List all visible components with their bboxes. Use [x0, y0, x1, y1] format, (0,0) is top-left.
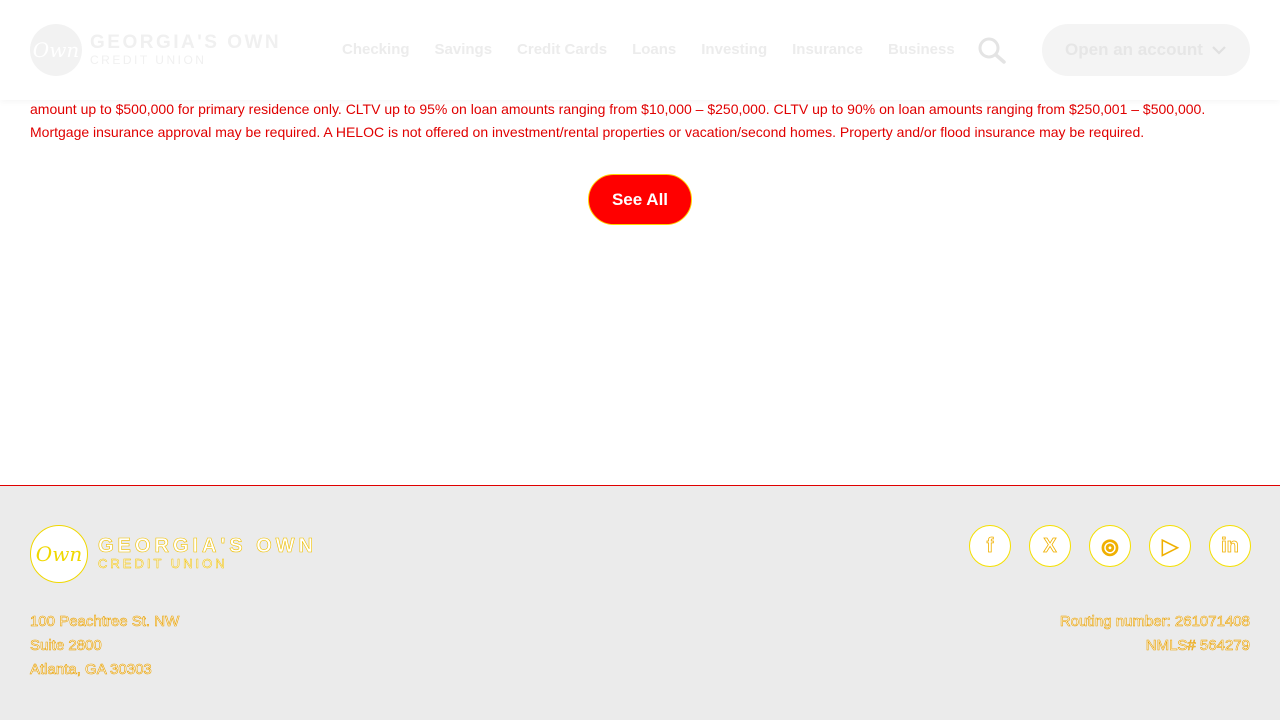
open-account-button[interactable]: Open an account	[1042, 24, 1250, 76]
main-nav: Checking Savings Credit Cards Loans Inve…	[342, 38, 980, 62]
address-line-1: 100 Peachtree St. NW	[30, 613, 180, 631]
linkedin-link[interactable]: in	[1209, 525, 1251, 567]
nav-savings[interactable]: Savings	[435, 38, 493, 62]
footer-routing-info: Routing number: 261071408 NMLS# 564279	[1059, 610, 1251, 658]
search-icon	[978, 37, 1006, 64]
nav-business[interactable]: Business	[888, 38, 955, 62]
nav-investing[interactable]: Investing	[701, 38, 767, 62]
facebook-icon: f	[986, 534, 994, 557]
footer-logo-sub-text: CREDIT UNION	[98, 556, 228, 572]
see-all-label: See All	[611, 189, 669, 209]
chevron-down-icon	[1212, 46, 1226, 55]
youtube-icon: ▶	[1162, 535, 1178, 558]
logo-sub-text: CREDIT UNION	[90, 53, 207, 67]
nav-checking[interactable]: Checking	[342, 38, 410, 62]
footer-logo-mark-text: Own	[35, 542, 83, 566]
nav-loans[interactable]: Loans	[632, 38, 676, 62]
search-button[interactable]	[976, 36, 1008, 64]
footer-logo-mark: Own	[30, 525, 88, 583]
nmls-number: NMLS# 564279	[1145, 637, 1250, 655]
footer-logo-wordmark: GEORGIA'S OWN CREDIT UNION	[98, 536, 317, 572]
site-header: Own GEORGIA'S OWN CREDIT UNION Checking …	[0, 0, 1280, 100]
instagram-icon: ◎	[1101, 535, 1119, 558]
address-line-2: Suite 2800	[30, 637, 102, 655]
instagram-link[interactable]: ◎	[1089, 525, 1131, 567]
footer-address: 100 Peachtree St. NW Suite 2800 Atlanta,…	[30, 610, 180, 682]
logo-mark-text: Own	[32, 38, 80, 62]
site-footer: Own GEORGIA'S OWN CREDIT UNION f X ◎ ▶ i…	[0, 485, 1280, 720]
linkedin-icon: in	[1221, 534, 1240, 557]
facebook-link[interactable]: f	[969, 525, 1011, 567]
x-twitter-link[interactable]: X	[1029, 525, 1071, 567]
logo-main-text: GEORGIA'S OWN	[90, 32, 282, 53]
nav-insurance[interactable]: Insurance	[792, 38, 863, 62]
logo-mark: Own	[30, 24, 82, 76]
address-line-3: Atlanta, GA 30303	[30, 661, 152, 679]
see-all-button[interactable]: See All	[588, 174, 692, 225]
open-account-label: Open an account	[1065, 40, 1203, 59]
header-logo[interactable]: Own GEORGIA'S OWN CREDIT UNION	[30, 24, 281, 76]
x-twitter-icon: X	[1043, 534, 1057, 557]
nav-credit-cards[interactable]: Credit Cards	[517, 38, 607, 62]
youtube-link[interactable]: ▶	[1149, 525, 1191, 567]
heloc-disclaimer: amount up to $500,000 for primary reside…	[30, 101, 1206, 140]
logo-wordmark: GEORGIA'S OWN CREDIT UNION	[90, 32, 282, 68]
footer-logo-main-text: GEORGIA'S OWN	[98, 535, 317, 557]
footer-logo[interactable]: Own GEORGIA'S OWN CREDIT UNION	[30, 525, 317, 583]
routing-number: Routing number: 261071408	[1059, 613, 1251, 631]
